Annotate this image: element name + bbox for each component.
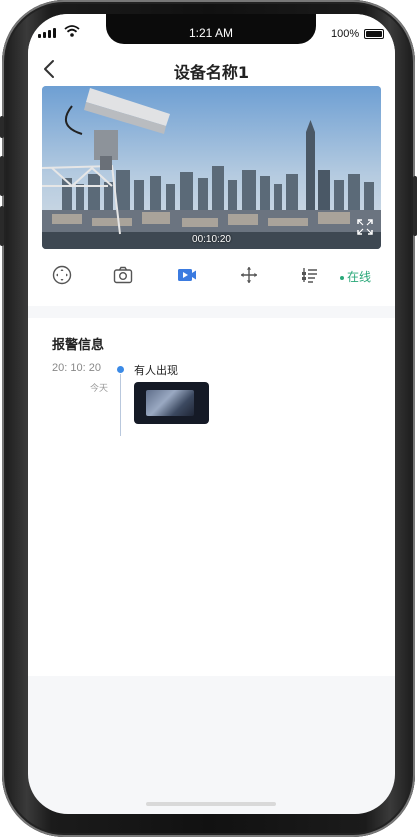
- alarm-title: 有人出现: [134, 364, 178, 377]
- volume-up-button: [0, 156, 4, 196]
- cellular-signal-icon: [38, 28, 56, 38]
- snapshot-button[interactable]: [110, 262, 136, 288]
- alarm-thumbnail-image: [146, 390, 194, 416]
- mute-switch: [0, 116, 4, 138]
- home-indicator: [146, 802, 276, 806]
- control-toolbar: 在线: [28, 262, 395, 296]
- battery-icon: [364, 29, 384, 39]
- alarm-thumbnail[interactable]: [134, 382, 209, 424]
- alarm-day: 今天: [90, 384, 109, 394]
- timeline-line: [120, 374, 121, 436]
- settings-button[interactable]: [296, 262, 322, 288]
- record-button[interactable]: [174, 262, 200, 288]
- online-status-label: 在线: [347, 270, 372, 284]
- ptz-button[interactable]: [49, 262, 75, 288]
- volume-down-button: [0, 206, 4, 246]
- video-player[interactable]: 00:10:20: [42, 86, 381, 249]
- clock: 1:21 AM: [188, 26, 234, 40]
- city-scene-image: [42, 86, 381, 249]
- timeline-dot: [117, 366, 124, 373]
- online-dot-icon: [340, 275, 344, 280]
- alarm-time: 20: 10: 20: [52, 362, 101, 374]
- nav-bar: 设备名称1: [28, 50, 395, 90]
- section-title: 报警信息: [52, 338, 105, 353]
- move-button[interactable]: [236, 262, 262, 288]
- phone-frame: 1:21 AM 100% 设备名称1 00:10:20 在线 报警信息 20: …: [0, 0, 417, 837]
- video-timestamp: 00:10:20: [192, 234, 231, 245]
- page-title: 设备名称1: [173, 63, 250, 82]
- snapshot-camera-icon: [113, 266, 133, 284]
- screen: 1:21 AM 100% 设备名称1 00:10:20 在线 报警信息 20: …: [28, 14, 395, 814]
- move-icon: [241, 267, 257, 283]
- power-button: [413, 176, 417, 236]
- alarm-panel: 报警信息 20: 10: 20 今天 有人出现: [28, 318, 395, 676]
- record-video-icon: [178, 269, 196, 281]
- battery-percent: 100%: [331, 28, 360, 40]
- wifi-icon: [64, 25, 80, 37]
- ptz-icon: [52, 265, 72, 285]
- status-bar: 1:21 AM 100%: [28, 14, 395, 50]
- online-status: 在线: [340, 268, 371, 285]
- fullscreen-icon[interactable]: [357, 219, 373, 235]
- settings-sliders-icon: [302, 268, 317, 283]
